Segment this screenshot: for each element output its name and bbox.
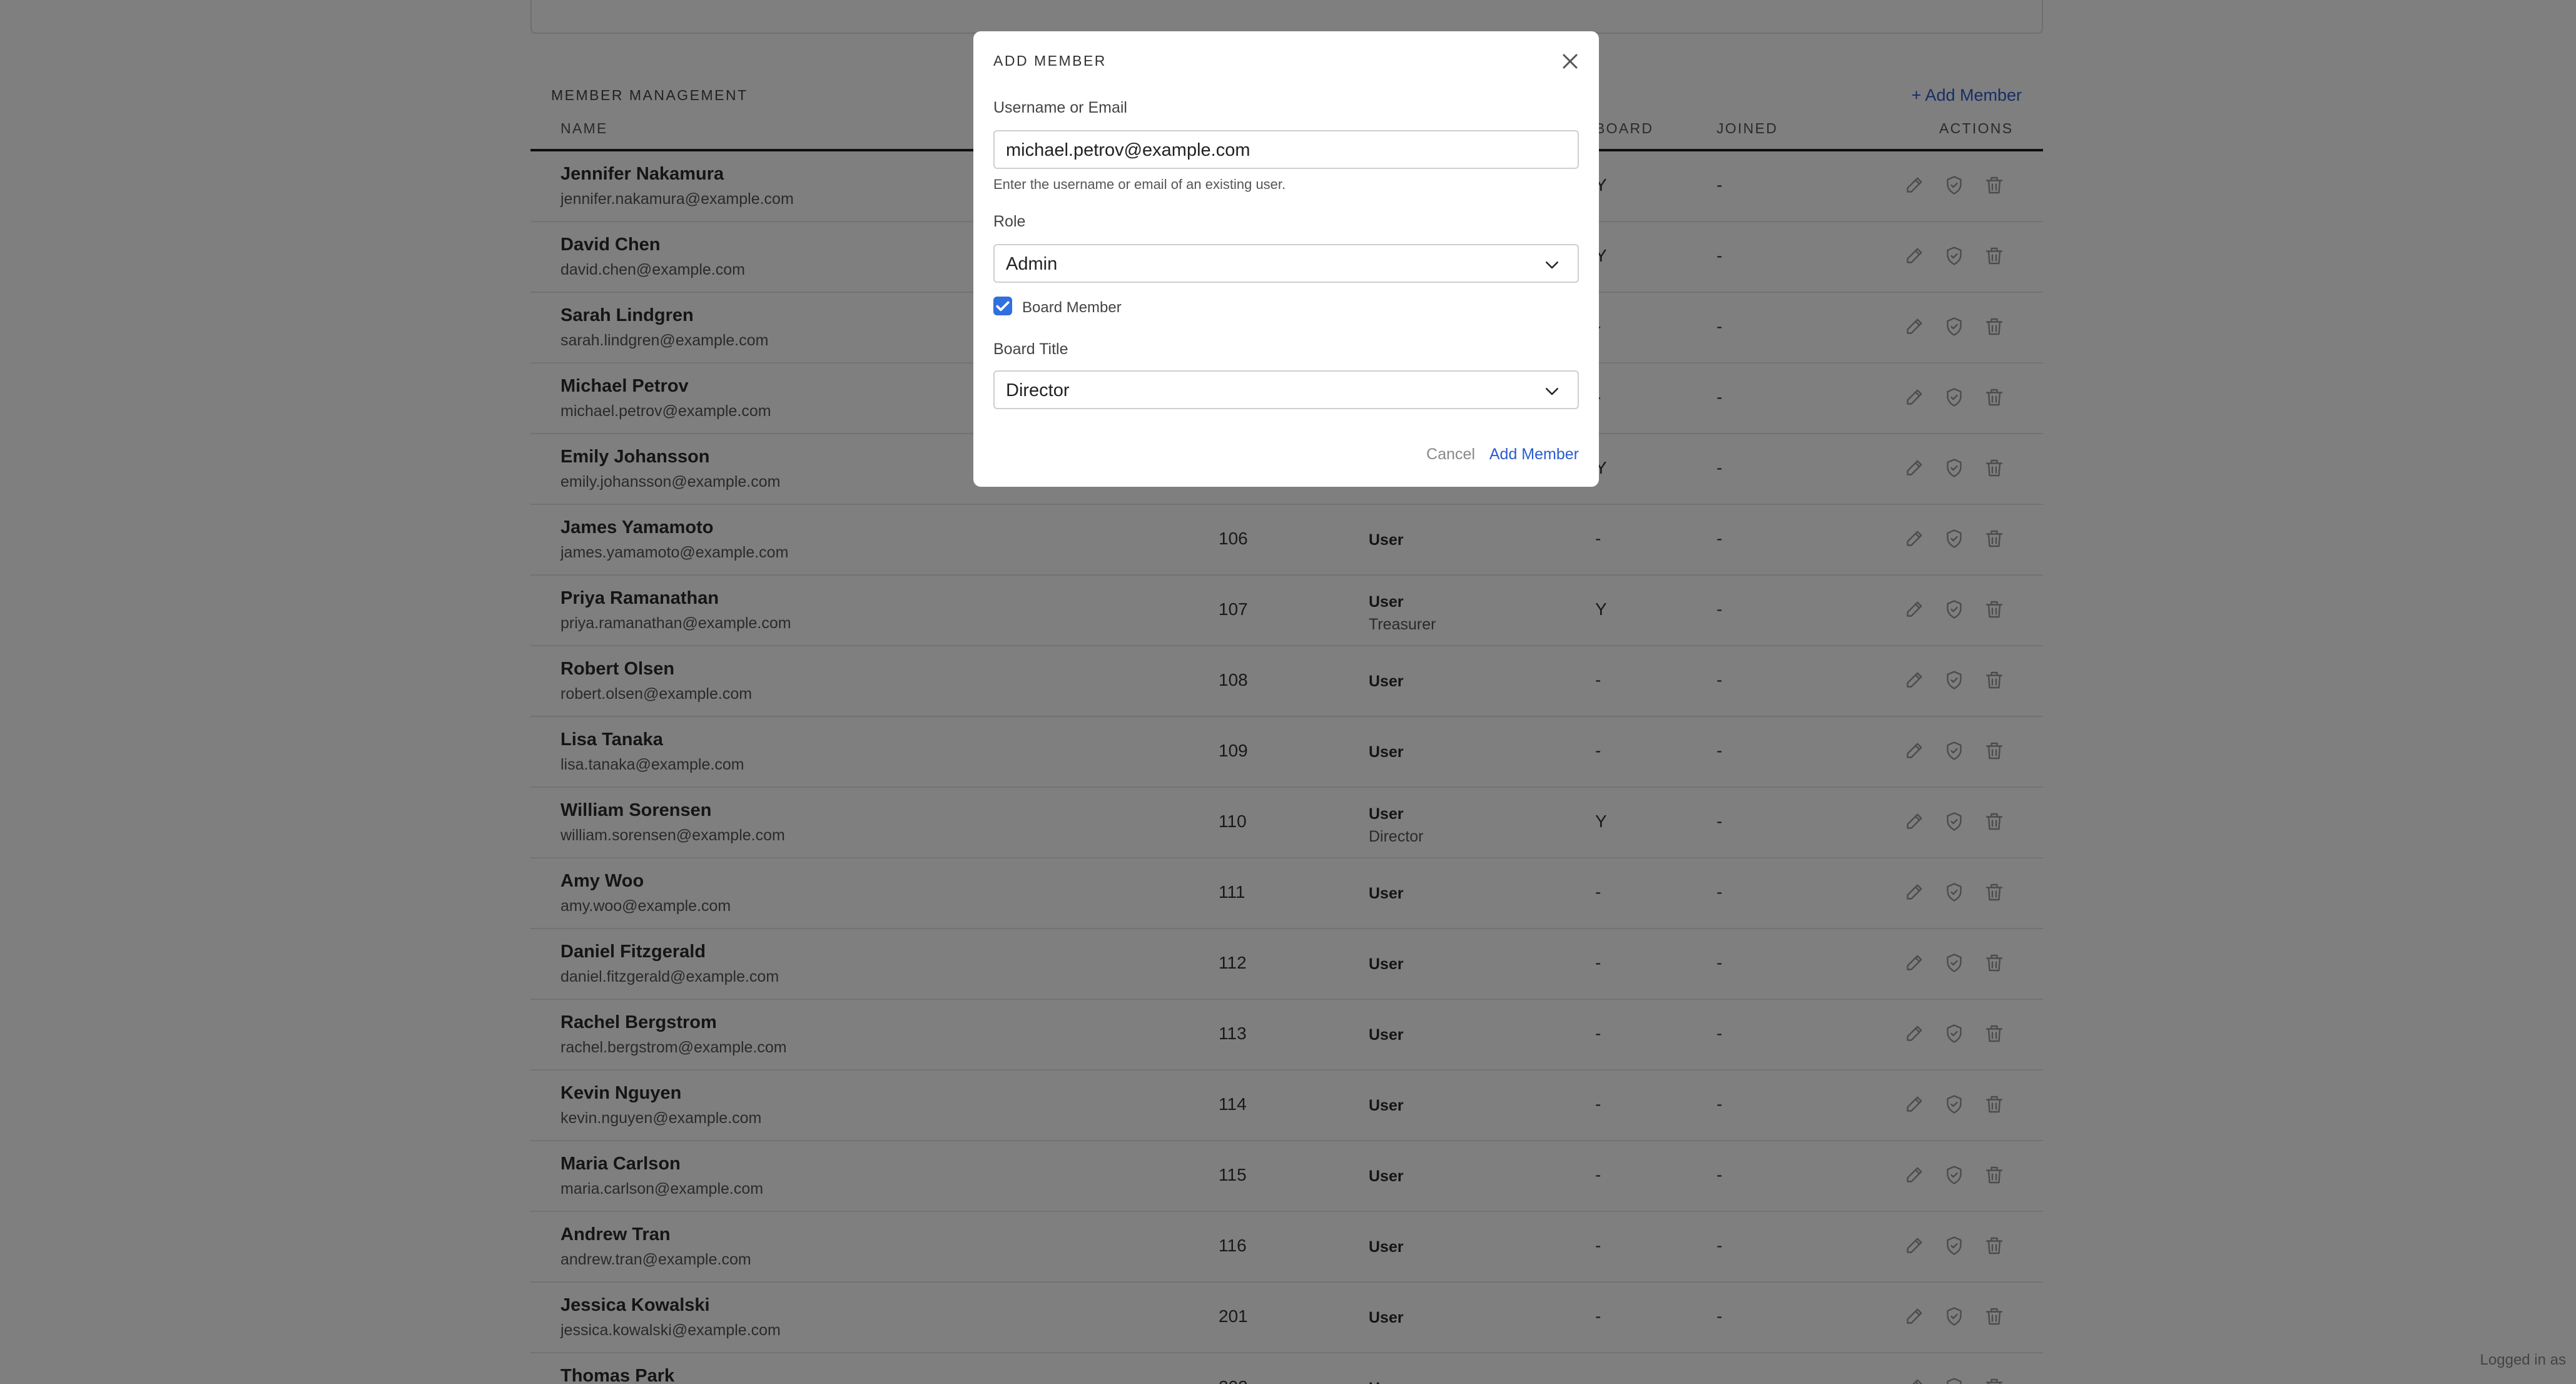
board-member-label[interactable]: Board Member <box>1022 299 1122 317</box>
modal-title: ADD MEMBER <box>993 53 1107 69</box>
cancel-button[interactable]: Cancel <box>1426 445 1475 464</box>
role-select[interactable]: Admin <box>993 244 1579 283</box>
board-title-value: Director <box>1006 380 1070 400</box>
chevron-down-icon <box>1543 382 1561 400</box>
add-member-submit-button[interactable]: Add Member <box>1489 445 1579 464</box>
close-icon[interactable] <box>1558 49 1583 74</box>
board-title-select[interactable]: Director <box>993 370 1579 409</box>
board-title-label: Board Title <box>993 340 1068 358</box>
username-field[interactable] <box>993 130 1579 169</box>
username-hint: Enter the username or email of an existi… <box>993 176 1286 192</box>
username-label: Username or Email <box>993 99 1127 116</box>
chevron-down-icon <box>1543 255 1561 274</box>
check-icon <box>996 301 1010 312</box>
add-member-modal: ADD MEMBER Username or Email Enter the u… <box>973 31 1599 487</box>
board-member-checkbox[interactable] <box>993 297 1012 315</box>
role-value: Admin <box>1006 254 1058 274</box>
username-input[interactable] <box>1006 140 1563 161</box>
role-label: Role <box>993 213 1026 230</box>
